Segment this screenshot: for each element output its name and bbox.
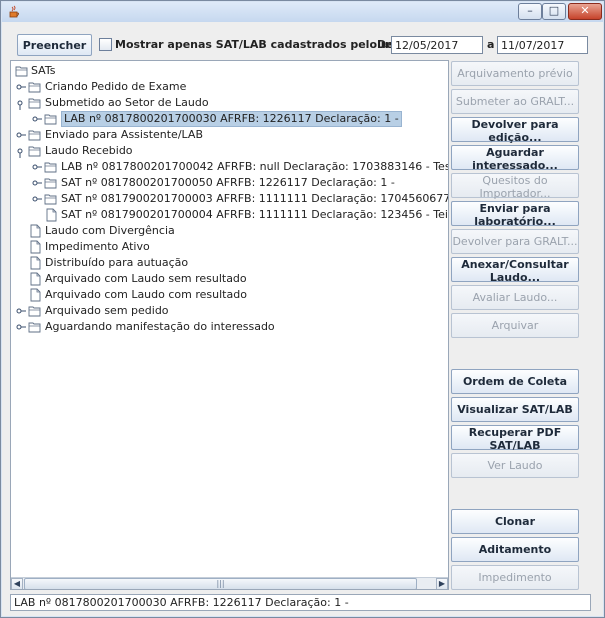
java-app-icon	[9, 5, 19, 18]
anexar-consultar-laudo-button[interactable]: Anexar/Consultar Laudo...	[451, 257, 579, 284]
scroll-right-button[interactable]: ▶	[436, 578, 448, 589]
tree-node-label: Distribuído para autuação	[45, 256, 189, 269]
folder-open-icon	[28, 98, 41, 109]
tree-node-label: Arquivado com Laudo com resultado	[45, 288, 247, 301]
recuperar-pdf-sat-lab-button[interactable]: Recuperar PDF SAT/LAB	[451, 425, 579, 452]
devolver-para-gralt-button[interactable]: Devolver para GRALT...	[451, 229, 579, 254]
tree-node-label: Criando Pedido de Exame	[45, 80, 187, 93]
impedimento-button[interactable]: Impedimento	[451, 565, 579, 590]
expand-handle-open-icon[interactable]	[16, 95, 26, 111]
document-icon	[30, 256, 41, 270]
document-icon	[30, 288, 41, 302]
avaliar-laudo-button[interactable]: Avaliar Laudo...	[451, 285, 579, 310]
only-active-user-checkbox[interactable]	[99, 38, 112, 51]
expand-handle-closed-icon[interactable]	[16, 319, 26, 335]
clonar-button[interactable]: Clonar	[451, 509, 579, 534]
folder-icon	[28, 306, 41, 317]
submeter-ao-gralt-button[interactable]: Submeter ao GRALT...	[451, 89, 579, 114]
selection-status-field: LAB nº 0817800201700030 AFRFB: 1226117 D…	[10, 594, 591, 611]
document-icon	[46, 208, 57, 222]
folder-icon	[28, 130, 41, 141]
folder-open-icon	[15, 66, 28, 77]
date-to-field[interactable]	[497, 36, 588, 54]
folder-icon	[44, 194, 57, 205]
arquivar-button[interactable]: Arquivar	[451, 313, 579, 338]
tree-node-label: Laudo com Divergência	[45, 224, 175, 237]
tree-root-label: SATs	[31, 64, 56, 77]
enviar-para-laboratorio-button[interactable]: Enviar para laboratório...	[451, 201, 579, 228]
sat-tree[interactable]: SATs Criando Pedido de Exame Submetido ao…	[10, 60, 449, 590]
maximize-button[interactable]: □	[542, 3, 566, 20]
tree-node-label: Impedimento Ativo	[45, 240, 150, 253]
tree-node-label: Aguardando manifestação do interessado	[45, 320, 275, 333]
tree-node-label: Enviado para Assistente/LAB	[45, 128, 203, 141]
aguardar-interessado-button[interactable]: Aguardar interessado...	[451, 145, 579, 172]
tree-node-label: Submetido ao Setor de Laudo	[45, 96, 209, 109]
tree-node-label: Laudo Recebido	[45, 144, 133, 157]
ordem-de-coleta-button[interactable]: Ordem de Coleta	[451, 369, 579, 394]
visualizar-sat-lab-button[interactable]: Visualizar SAT/LAB	[451, 397, 579, 422]
expand-handle-open-icon[interactable]	[16, 143, 26, 159]
tree-node-label: LAB nº 0817800201700042 AFRFB: null Decl…	[61, 160, 448, 173]
arquivamento-previo-button[interactable]: Arquivamento prévio	[451, 61, 579, 86]
expand-handle-closed-icon[interactable]	[16, 127, 26, 143]
date-from-field[interactable]	[391, 36, 483, 54]
quesitos-do-importador-button[interactable]: Quesitos do Importador...	[451, 173, 579, 200]
scroll-thumb[interactable]: |||	[24, 578, 417, 589]
tree-node-label: SAT nº 0817900201700003 AFRFB: 1111111 D…	[61, 192, 449, 205]
folder-icon	[44, 114, 57, 125]
preencher-button[interactable]: Preencher	[17, 34, 92, 56]
close-button[interactable]: ✕	[568, 3, 602, 20]
horizontal-scrollbar[interactable]: ◀ ||| ▶	[11, 577, 448, 589]
folder-icon	[28, 82, 41, 93]
app-window: – □ ✕ Preencher Mostrar apenas SAT/LAB c…	[0, 0, 605, 618]
title-bar: – □ ✕	[2, 2, 603, 22]
expand-handle-closed-icon[interactable]	[32, 191, 42, 207]
document-icon	[30, 272, 41, 286]
devolver-para-edicao-button[interactable]: Devolver para edição...	[451, 117, 579, 144]
document-icon	[30, 224, 41, 238]
folder-icon	[44, 178, 57, 189]
tree-node-label: SAT nº 0817800201700050 AFRFB: 1226117 D…	[61, 176, 395, 189]
scroll-left-button[interactable]: ◀	[11, 578, 23, 589]
document-icon	[30, 240, 41, 254]
tree-node-label: Arquivado com Laudo sem resultado	[45, 272, 247, 285]
folder-icon	[44, 162, 57, 173]
minimize-button[interactable]: –	[518, 3, 542, 20]
expand-handle-closed-icon[interactable]	[16, 303, 26, 319]
tree-node-label: Arquivado sem pedido	[45, 304, 169, 317]
date-to-label: a	[487, 38, 495, 51]
expand-handle-closed-icon[interactable]	[32, 111, 42, 127]
expand-handle-closed-icon[interactable]	[32, 159, 42, 175]
tree-node-label: SAT nº 0817900201700004 AFRFB: 1111111 D…	[61, 208, 449, 221]
expand-handle-closed-icon[interactable]	[32, 175, 42, 191]
expand-handle-closed-icon[interactable]	[16, 79, 26, 95]
folder-icon	[28, 322, 41, 333]
tree-node-label: LAB nº 0817800201700030 AFRFB: 1226117 D…	[61, 111, 402, 127]
aditamento-button[interactable]: Aditamento	[451, 537, 579, 562]
ver-laudo-button[interactable]: Ver Laudo	[451, 453, 579, 478]
folder-open-icon	[28, 146, 41, 157]
